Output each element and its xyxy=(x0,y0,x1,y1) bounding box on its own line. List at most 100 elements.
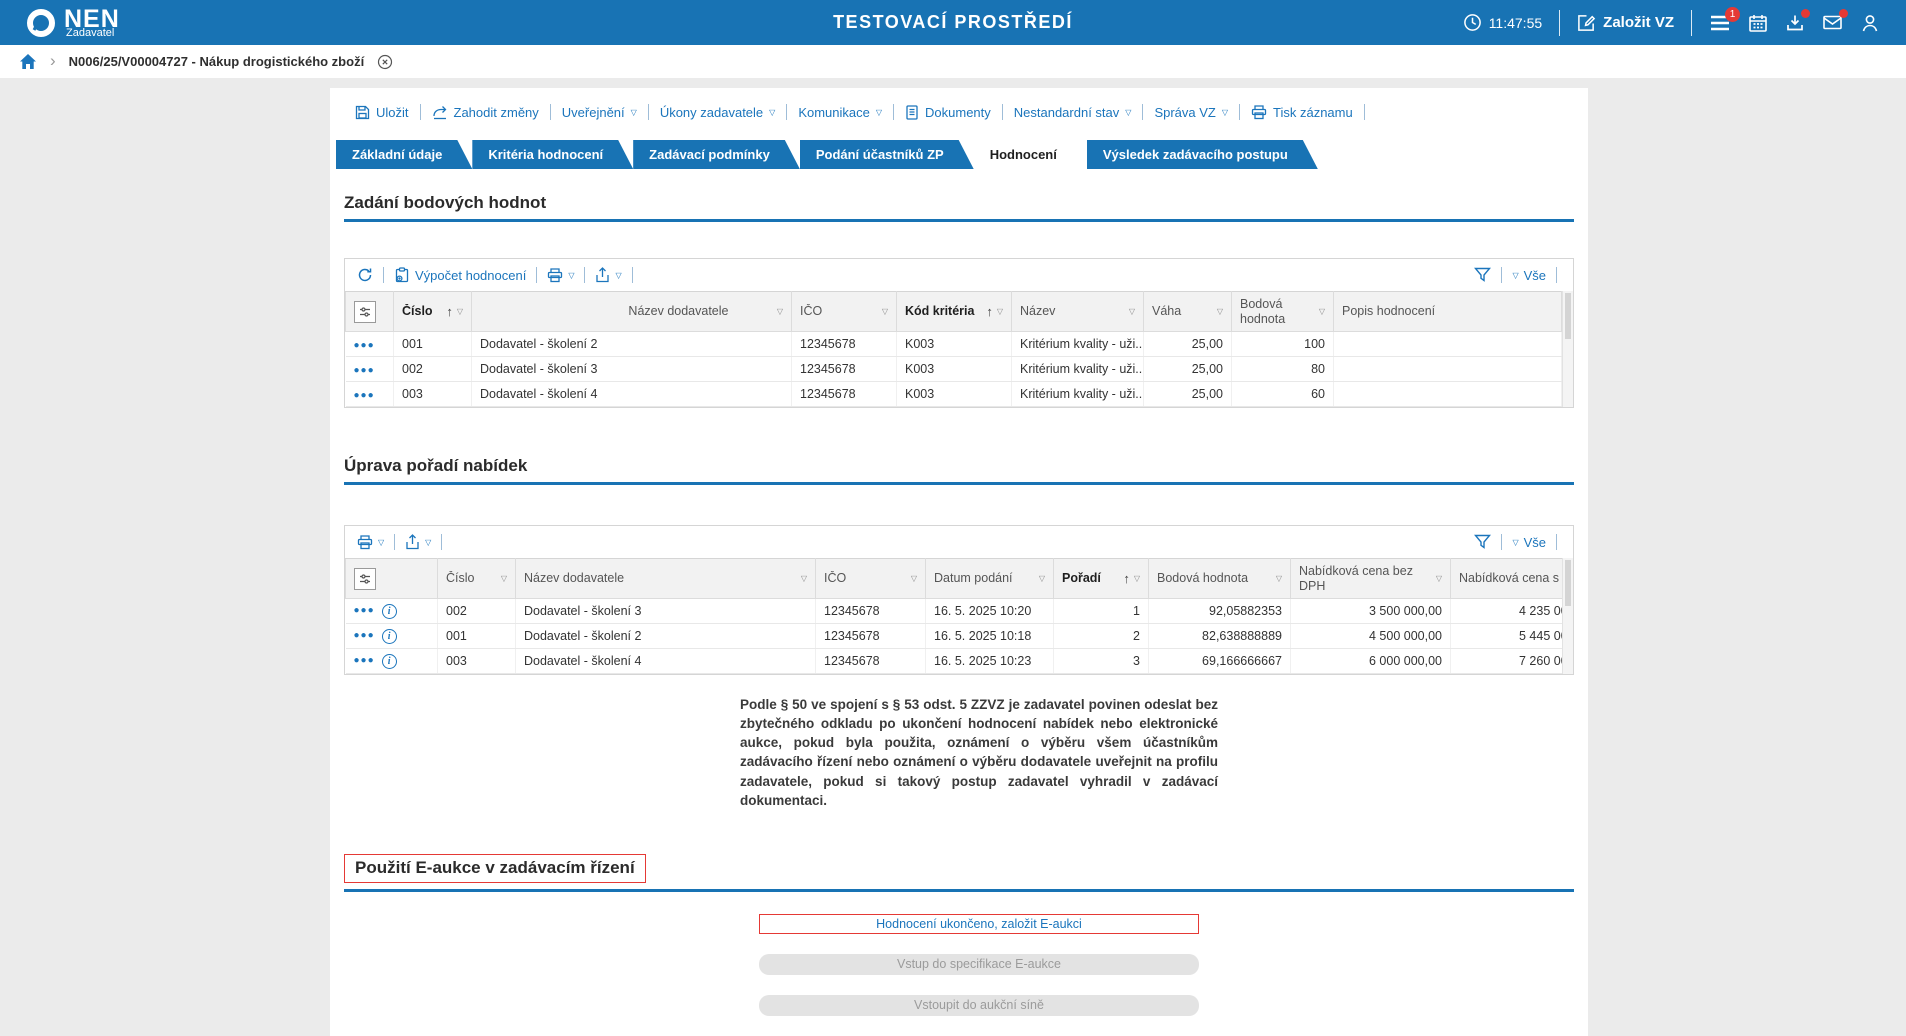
info-icon[interactable]: i xyxy=(382,604,397,619)
cell-poradi: 2 xyxy=(1054,624,1149,649)
filter-button[interactable] xyxy=(1474,267,1491,283)
show-all-filter[interactable]: ▽ Vše xyxy=(1512,535,1546,550)
column-settings-icon[interactable] xyxy=(354,301,376,323)
calendar-button[interactable] xyxy=(1748,13,1768,33)
print-record-button[interactable]: Tisk záznamu xyxy=(1240,105,1364,120)
user-icon xyxy=(1860,13,1880,33)
filter-caret-icon[interactable]: ▽ xyxy=(1039,575,1045,583)
column-header-kod-kriteria[interactable]: Kód kritéria↑▽ xyxy=(897,292,1012,332)
tab-podani-ucastniku[interactable]: Podání účastníků ZP xyxy=(800,140,974,169)
scoring-grid: Výpočet hodnocení ▽ ▽ xyxy=(344,258,1574,408)
vz-admin-menu[interactable]: Správa VZ ▽ xyxy=(1143,105,1239,120)
cell-datum: 16. 5. 2025 10:18 xyxy=(926,624,1054,649)
column-header-poradi[interactable]: Pořadí↑▽ xyxy=(1054,559,1149,599)
column-header-popis[interactable]: Popis hodnocení xyxy=(1334,292,1562,332)
column-header-datum-podani[interactable]: Datum podání▽ xyxy=(926,559,1054,599)
filter-caret-icon[interactable]: ▽ xyxy=(1129,308,1135,316)
grid-print-button[interactable]: ▽ xyxy=(547,268,574,283)
tab-zakladni-udaje[interactable]: Základní údaje xyxy=(336,140,472,169)
cell-vaha: 25,00 xyxy=(1144,332,1232,357)
publish-menu[interactable]: Uveřejnění ▽ xyxy=(551,105,648,120)
row-actions-icon[interactable]: ●●● xyxy=(354,340,375,351)
vz-admin-label: Správa VZ xyxy=(1154,105,1215,120)
column-header-dodavatel[interactable]: Název dodavatele▽ xyxy=(516,559,816,599)
calculate-scoring-button[interactable]: Výpočet hodnocení xyxy=(394,267,526,283)
column-header-cena-s-dph[interactable]: Nabídková cena s DPH xyxy=(1451,559,1563,599)
filter-caret-icon[interactable]: ▽ xyxy=(501,575,507,583)
column-header-vaha[interactable]: Váha▽ xyxy=(1144,292,1232,332)
breadcrumb-close-icon[interactable] xyxy=(377,54,393,70)
legal-note: Podle § 50 ve spojení s § 53 odst. 5 ZZV… xyxy=(740,695,1218,810)
contracting-actions-menu[interactable]: Úkony zadavatele ▽ xyxy=(649,105,787,120)
column-header-cislo[interactable]: Číslo▽ xyxy=(438,559,516,599)
tab-hodnoceni[interactable]: Hodnocení xyxy=(974,140,1087,169)
table-row: ●●● 002 Dodavatel - školení 3 12345678 K… xyxy=(346,357,1562,382)
cell-ico: 12345678 xyxy=(792,382,897,407)
filter-caret-icon[interactable]: ▽ xyxy=(801,575,807,583)
filter-caret-icon[interactable]: ▽ xyxy=(997,308,1003,316)
row-actions-icon[interactable]: ●●● xyxy=(354,606,375,616)
column-header-bodova-hodnota[interactable]: Bodová hodnota▽ xyxy=(1232,292,1334,332)
refresh-button[interactable] xyxy=(357,267,373,283)
column-header-nazev[interactable]: Název▽ xyxy=(1012,292,1144,332)
filter-button[interactable] xyxy=(1474,534,1491,550)
table-scrollbar[interactable] xyxy=(1562,558,1573,674)
calculate-scoring-label: Výpočet hodnocení xyxy=(415,268,526,283)
filter-caret-icon[interactable]: ▽ xyxy=(777,308,783,316)
filter-caret-icon[interactable]: ▽ xyxy=(1276,575,1282,583)
grid-export-button[interactable]: ▽ xyxy=(405,534,431,550)
filter-caret-icon[interactable]: ▽ xyxy=(1436,575,1442,583)
row-actions-icon[interactable]: ●●● xyxy=(354,656,375,666)
filter-caret-icon[interactable]: ▽ xyxy=(911,575,917,583)
edit-icon xyxy=(1577,13,1596,32)
grid-print-button[interactable]: ▽ xyxy=(357,535,384,550)
sort-asc-icon: ↑ xyxy=(446,304,453,319)
column-header-ico[interactable]: IČO▽ xyxy=(816,559,926,599)
tab-kriteria-hodnoceni[interactable]: Kritéria hodnocení xyxy=(472,140,633,169)
breadcrumb-chevron-icon: › xyxy=(50,52,56,69)
tab-bar: Základní údaje Kritéria hodnocení Zadáva… xyxy=(336,140,1574,169)
column-header-bodova-hodnota[interactable]: Bodová hodnota▽ xyxy=(1149,559,1291,599)
cell-cislo: 001 xyxy=(438,624,516,649)
cell-cena-s-dph: 5 445 000,00 xyxy=(1451,624,1563,649)
filter-caret-icon[interactable]: ▽ xyxy=(1217,308,1223,316)
documents-button[interactable]: Dokumenty xyxy=(894,105,1002,120)
row-actions-icon[interactable]: ●●● xyxy=(354,390,375,401)
tab-zadavaci-podminky[interactable]: Zadávací podmínky xyxy=(633,140,800,169)
cell-datum: 16. 5. 2025 10:23 xyxy=(926,649,1054,674)
discard-changes-button[interactable]: Zahodit změny xyxy=(421,105,550,120)
row-actions-icon[interactable]: ●●● xyxy=(354,365,375,376)
column-header-dodavatel[interactable]: Název dodavatele▽ xyxy=(472,292,792,332)
show-all-filter[interactable]: ▽ Vše xyxy=(1512,268,1546,283)
filter-caret-icon[interactable]: ▽ xyxy=(1134,575,1140,583)
communication-menu[interactable]: Komunikace ▽ xyxy=(787,105,893,120)
home-icon[interactable] xyxy=(19,53,37,70)
column-settings-icon[interactable] xyxy=(354,568,376,590)
column-header-cislo[interactable]: Číslo↑▽ xyxy=(394,292,472,332)
finish-evaluation-create-eauction-button[interactable]: Hodnocení ukončeno, založit E-aukci xyxy=(759,914,1199,934)
filter-caret-icon[interactable]: ▽ xyxy=(882,308,888,316)
info-icon[interactable]: i xyxy=(382,629,397,644)
filter-caret-icon[interactable]: ▽ xyxy=(457,308,463,316)
column-header-cena-bez-dph[interactable]: Nabídková cena bez DPH▽ xyxy=(1291,559,1451,599)
column-settings-header[interactable] xyxy=(346,292,394,332)
breadcrumb-item[interactable]: N006/25/V00004727 - Nákup drogistického … xyxy=(69,54,365,69)
row-actions-icon[interactable]: ●●● xyxy=(354,631,375,641)
column-settings-header[interactable] xyxy=(346,559,438,599)
inbox-button[interactable] xyxy=(1785,13,1805,33)
info-icon[interactable]: i xyxy=(382,654,397,669)
menu-button[interactable]: 1 xyxy=(1709,14,1731,32)
column-header-ico[interactable]: IČO▽ xyxy=(792,292,897,332)
cell-popis xyxy=(1334,357,1562,382)
tab-vysledek[interactable]: Výsledek zadávacího postupu xyxy=(1087,140,1318,169)
filter-caret-icon[interactable]: ▽ xyxy=(1319,308,1325,316)
grid-export-button[interactable]: ▽ xyxy=(595,267,621,283)
nen-logo[interactable]: NEN Zadavatel xyxy=(26,7,120,39)
create-vz-button[interactable]: Založit VZ xyxy=(1577,13,1674,32)
table-scrollbar[interactable] xyxy=(1562,291,1573,407)
enter-auction-room-button: Vstoupit do aukční síně xyxy=(759,995,1199,1016)
user-button[interactable] xyxy=(1860,13,1880,33)
nonstandard-state-menu[interactable]: Nestandardní stav ▽ xyxy=(1003,105,1143,120)
save-button[interactable]: Uložit xyxy=(344,105,420,120)
messages-button[interactable] xyxy=(1822,13,1843,32)
